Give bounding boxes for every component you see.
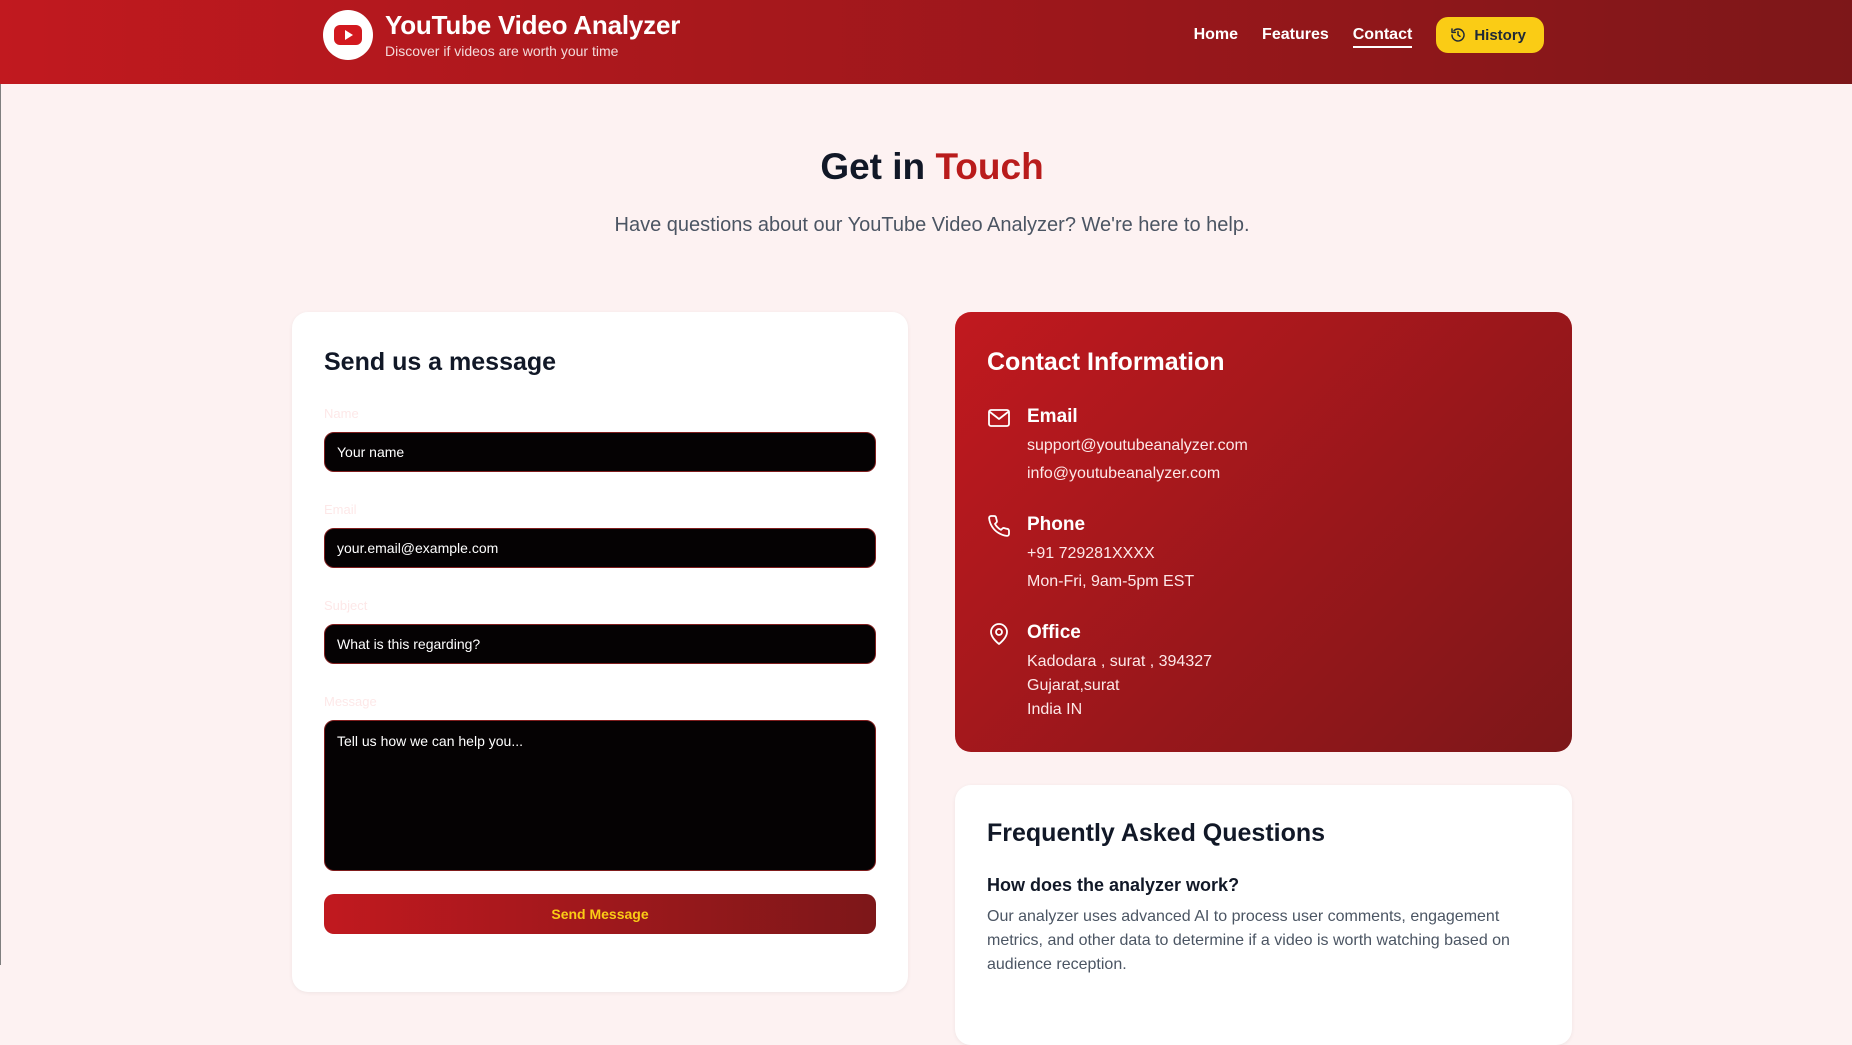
contact-office-line: Kadodara , surat , 394327 bbox=[1027, 653, 1213, 670]
contact-office-line: Gujarat,surat bbox=[1027, 677, 1120, 694]
name-input[interactable]: Your name bbox=[324, 432, 876, 472]
nav-home-link[interactable]: Home bbox=[1194, 19, 1238, 51]
faq-heading: Frequently Asked Questions bbox=[987, 819, 1326, 847]
faq-answer: Our analyzer uses advanced AI to process… bbox=[987, 908, 1510, 973]
page-title-accent: Touch bbox=[935, 146, 1044, 187]
message-label: Message bbox=[324, 694, 377, 709]
contact-info-heading: Contact Information bbox=[987, 348, 1225, 376]
page-title: Get in Touch bbox=[0, 146, 1852, 188]
email-input[interactable]: your.email@example.com bbox=[324, 528, 876, 568]
send-message-button[interactable]: Send Message bbox=[324, 894, 876, 934]
brand[interactable]: YouTube Video Analyzer Discover if video… bbox=[323, 10, 680, 60]
email-label: Email bbox=[324, 502, 357, 517]
contact-phone-title: Phone bbox=[1027, 514, 1086, 535]
top-navbar: YouTube Video Analyzer Discover if video… bbox=[0, 0, 1852, 84]
contact-info-card: Contact Information Email support@youtub… bbox=[955, 312, 1572, 752]
youtube-logo-icon bbox=[323, 10, 373, 60]
mail-icon bbox=[988, 409, 1010, 427]
location-pin-icon bbox=[990, 623, 1008, 645]
phone-icon bbox=[988, 515, 1010, 537]
contact-office-title: Office bbox=[1027, 622, 1081, 643]
page-title-plain: Get in bbox=[820, 146, 926, 187]
history-icon bbox=[1451, 28, 1466, 42]
contact-office-line: India IN bbox=[1027, 701, 1083, 718]
contact-email-title: Email bbox=[1027, 406, 1078, 427]
nav-features-link[interactable]: Features bbox=[1262, 19, 1329, 51]
page-subtitle: Have questions about our YouTube Video A… bbox=[614, 214, 1250, 236]
contact-form-card: Send us a message Name Your name Email y… bbox=[292, 312, 908, 992]
form-heading: Send us a message bbox=[324, 348, 557, 376]
history-label: History bbox=[1474, 26, 1526, 44]
contact-phone-section: Phone +91 729281XXXX Mon-Fri, 9am-5pm ES… bbox=[987, 512, 1194, 594]
main-nav: Home Features Contact History bbox=[1170, 17, 1544, 53]
contact-phone-line: +91 729281XXXX bbox=[1027, 545, 1155, 562]
contact-office-section: Office Kadodara , surat , 394327 Gujarat… bbox=[987, 620, 1212, 722]
history-button[interactable]: History bbox=[1436, 17, 1544, 53]
contact-email-line[interactable]: info@youtubeanalyzer.com bbox=[1027, 462, 1248, 486]
nav-contact-link[interactable]: Contact bbox=[1352, 22, 1413, 48]
name-label: Name bbox=[324, 406, 359, 421]
app-title: YouTube Video Analyzer bbox=[385, 10, 681, 40]
app-subtitle: Discover if videos are worth your time bbox=[385, 43, 619, 59]
subject-label: Subject bbox=[324, 598, 368, 613]
faq-card: Frequently Asked Questions How does the … bbox=[955, 785, 1572, 1045]
faq-question: How does the analyzer work? bbox=[987, 875, 1240, 895]
contact-email-section: Email support@youtubeanalyzer.com info@y… bbox=[987, 404, 1248, 486]
message-textarea[interactable]: Tell us how we can help you... bbox=[324, 720, 876, 871]
subject-input[interactable]: What is this regarding? bbox=[324, 624, 876, 664]
contact-email-line[interactable]: support@youtubeanalyzer.com bbox=[1027, 434, 1248, 458]
contact-phone-line: Mon-Fri, 9am-5pm EST bbox=[1027, 573, 1195, 590]
